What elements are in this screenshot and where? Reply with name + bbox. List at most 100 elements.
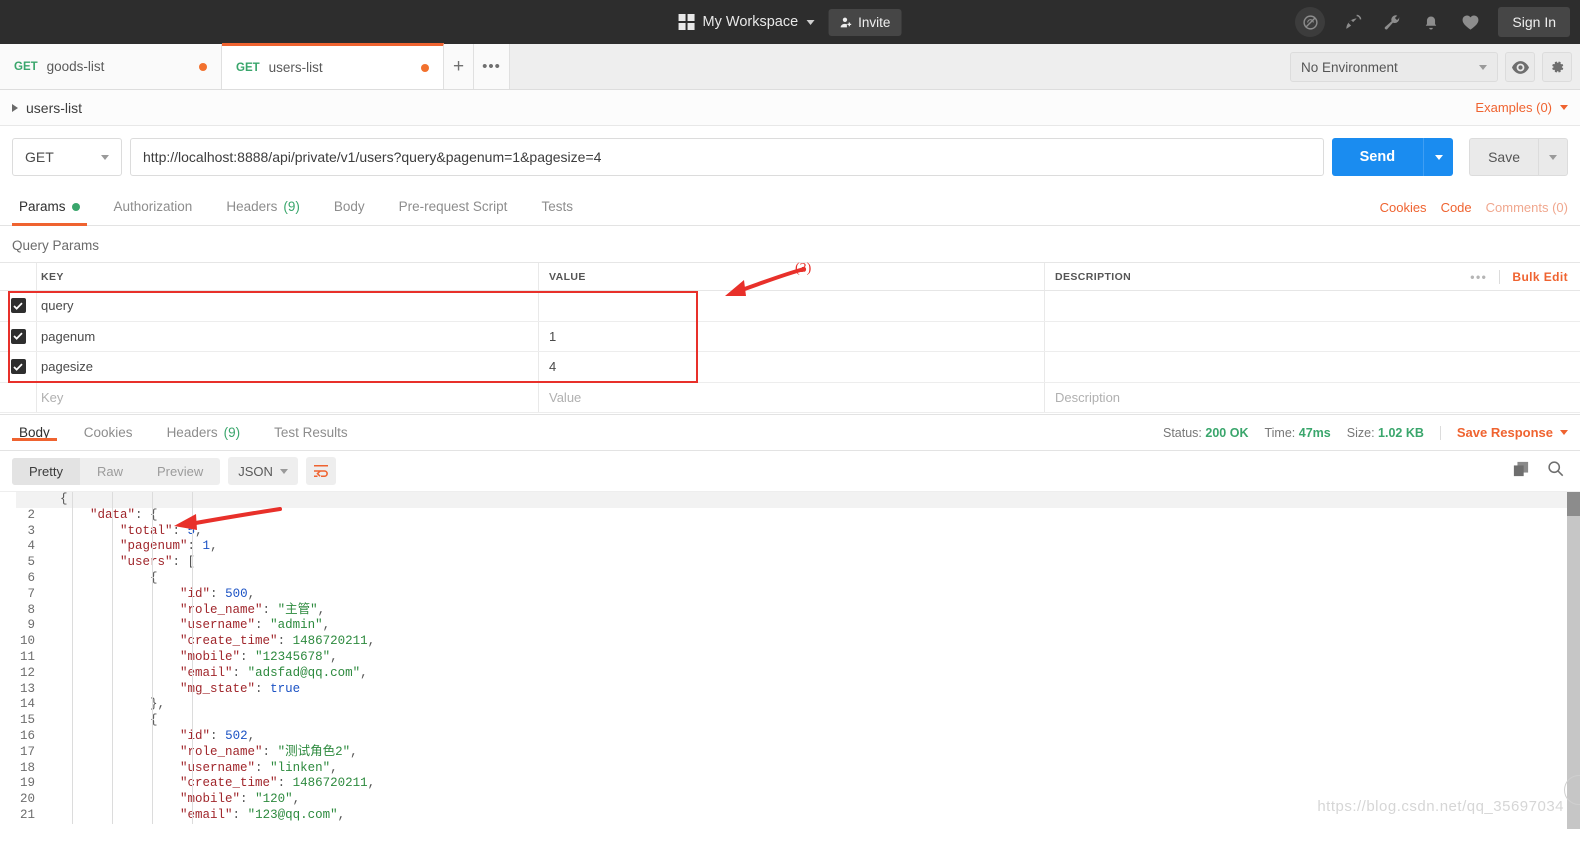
line-number: 12 [19, 665, 35, 680]
page-title: users-list [26, 99, 83, 116]
code-link[interactable]: Code [1441, 200, 1472, 215]
new-row-value-input[interactable]: Value [538, 382, 1044, 412]
chevron-down-icon [1479, 64, 1487, 70]
row-description[interactable] [1044, 352, 1580, 382]
row-key[interactable]: pagesize [36, 352, 538, 382]
heart-icon[interactable] [1459, 11, 1481, 33]
row-checkbox-cell [0, 298, 36, 314]
row-description[interactable] [1044, 321, 1580, 351]
save-options-button[interactable] [1538, 138, 1568, 176]
code-line: "create_time": 1486720211, [180, 634, 376, 649]
response-section-tabs: Body Cookies Headers (9) Test Results St… [0, 414, 1580, 451]
size-value: 1.02 KB [1378, 425, 1424, 440]
divider [1439, 425, 1441, 440]
new-row-key-input[interactable]: Key [36, 382, 538, 412]
row-checkbox[interactable] [10, 298, 26, 314]
row-checkbox[interactable] [10, 359, 26, 375]
view-mode-preview[interactable]: Preview [140, 458, 220, 485]
bell-icon[interactable] [1420, 11, 1442, 33]
tab-authorization[interactable]: Authorization [97, 188, 210, 225]
time-group: Time: 47ms [1264, 426, 1330, 440]
new-row-description-input[interactable]: Description [1044, 382, 1580, 412]
wrap-lines-icon [314, 464, 329, 478]
tab-count: (9) [223, 425, 241, 440]
request-tab-users-list[interactable]: GET users-list [222, 43, 444, 89]
row-description[interactable] [1044, 291, 1580, 321]
code-line: "role_name": "主管", [180, 602, 326, 617]
view-mode-pretty[interactable]: Pretty [12, 457, 80, 485]
header-key: KEY [36, 263, 538, 290]
chevron-down-icon [1560, 430, 1568, 435]
table-row-new[interactable]: Key Value Description [0, 382, 1580, 413]
copy-icon [1513, 461, 1529, 476]
line-number: 5 [27, 555, 35, 570]
response-tab-body[interactable]: Body [2, 425, 67, 441]
breadcrumb: users-list Examples (0) [0, 90, 1580, 126]
copy-button[interactable] [1513, 461, 1529, 482]
response-tab-cookies[interactable]: Cookies [67, 425, 150, 440]
url-input[interactable] [130, 138, 1324, 176]
time-value: 47ms [1298, 425, 1331, 440]
examples-dropdown[interactable]: Examples (0) [1475, 100, 1568, 115]
new-tab-button[interactable]: + [444, 44, 474, 89]
tab-count: (9) [283, 199, 300, 214]
tab-pre-request-script[interactable]: Pre-request Script [382, 188, 525, 225]
invite-label: Invite [858, 14, 891, 30]
tab-tests[interactable]: Tests [524, 188, 590, 225]
chevron-down-icon [1560, 105, 1568, 110]
tab-label: Body [19, 425, 50, 440]
scrollbar-thumb[interactable] [1567, 492, 1580, 516]
response-format-selector[interactable]: JSON [228, 457, 299, 485]
code-line: { [60, 492, 68, 506]
response-tab-headers[interactable]: Headers (9) [150, 425, 258, 440]
response-tab-test-results[interactable]: Test Results [257, 425, 365, 440]
invite-button[interactable]: Invite [828, 8, 902, 36]
save-button[interactable]: Save [1469, 138, 1538, 176]
user-add-icon [840, 17, 851, 27]
tab-headers[interactable]: Headers (9) [209, 188, 317, 225]
sign-in-button[interactable]: Sign In [1498, 7, 1570, 37]
sync-off-icon[interactable] [1295, 7, 1326, 37]
wrench-icon[interactable] [1381, 11, 1403, 33]
response-body-viewer[interactable]: 123456789101112131415161718192021 { "dat… [0, 491, 1580, 829]
tab-method-label: GET [236, 61, 260, 74]
send-options-button[interactable] [1423, 138, 1454, 176]
bulk-edit-link[interactable]: Bulk Edit [1512, 270, 1568, 284]
chevron-right-icon[interactable] [12, 103, 18, 112]
environment-quick-look-button[interactable] [1505, 52, 1535, 82]
comments-link[interactable]: Comments (0) [1486, 200, 1568, 215]
cookies-link[interactable]: Cookies [1380, 200, 1427, 215]
tab-options-button[interactable]: ••• [474, 44, 510, 89]
search-button[interactable] [1547, 460, 1564, 482]
tab-label: Headers [226, 199, 278, 214]
save-response-button[interactable]: Save Response [1457, 425, 1568, 440]
code-line: "username": "linken", [180, 760, 338, 775]
tab-params[interactable]: Params [2, 188, 97, 226]
row-value[interactable]: 1 [538, 321, 1044, 351]
environment-settings-button[interactable] [1542, 52, 1572, 82]
view-mode-raw[interactable]: Raw [80, 458, 140, 485]
environment-area: No Environment [1290, 52, 1572, 82]
table-row[interactable]: pagesize 4 [0, 352, 1580, 383]
tab-body[interactable]: Body [317, 188, 382, 225]
request-tab-goods-list[interactable]: GET goods-list [0, 44, 222, 89]
row-value[interactable]: 4 [538, 352, 1044, 382]
tab-label: Headers [166, 425, 218, 440]
environment-label: No Environment [1301, 59, 1398, 75]
row-key[interactable]: query [36, 291, 538, 321]
table-more-button[interactable]: ••• [1470, 270, 1487, 284]
line-number: 2 [27, 507, 35, 522]
http-method-selector[interactable]: GET [12, 138, 122, 176]
wrap-lines-button[interactable] [306, 457, 337, 485]
workspace-selector[interactable]: My Workspace [678, 14, 815, 30]
send-button[interactable]: Send [1331, 138, 1424, 176]
row-checkbox[interactable] [10, 328, 26, 344]
table-row[interactable]: pagenum 1 [0, 321, 1580, 352]
chevron-down-icon [1434, 154, 1443, 160]
line-number: 21 [19, 807, 35, 822]
indent-guide [152, 492, 153, 824]
satellite-dish-icon[interactable] [1342, 11, 1364, 33]
row-key[interactable]: pagenum [36, 321, 538, 351]
environment-selector[interactable]: No Environment [1290, 52, 1498, 82]
url-bar: GET Send Save [0, 126, 1580, 188]
